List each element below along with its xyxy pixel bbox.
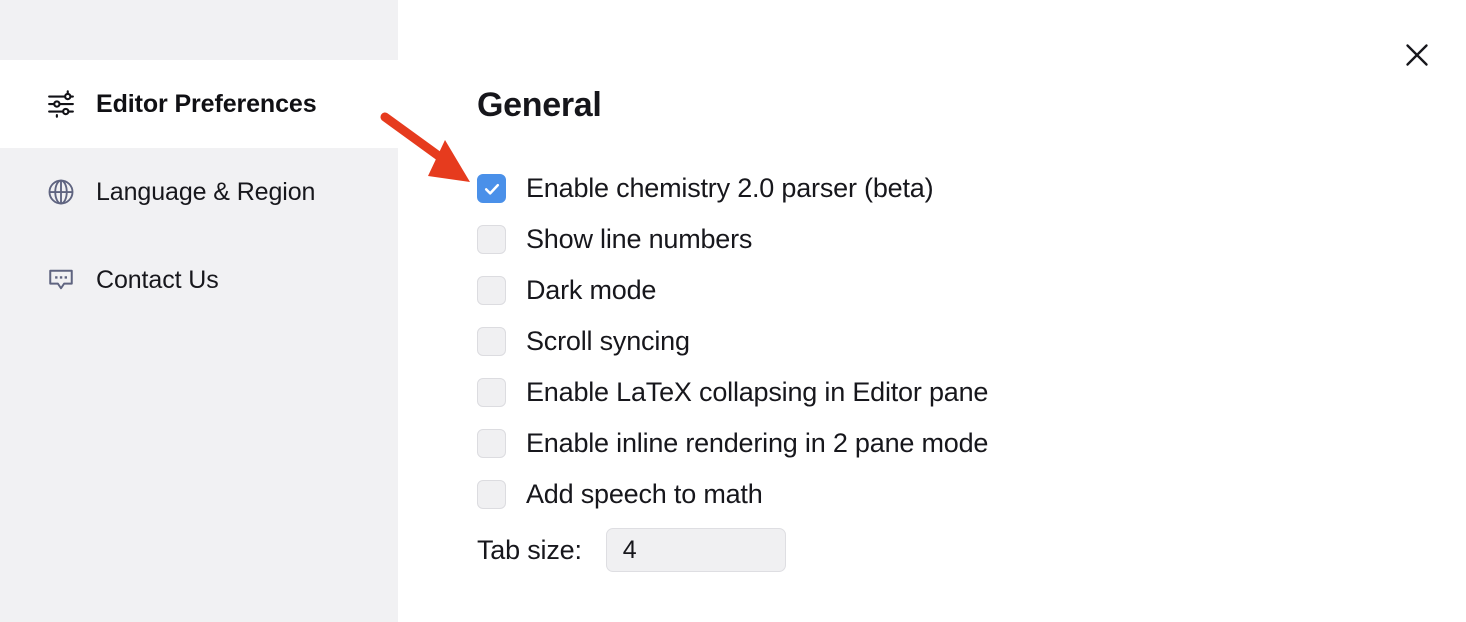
option-label: Dark mode — [526, 275, 657, 305]
checkbox-add-speech-to-math[interactable] — [477, 480, 506, 509]
option-label: Enable chemistry 2.0 parser (beta) — [526, 173, 934, 203]
tab-size-setting: Tab size: — [477, 528, 786, 572]
sidebar-item-label: Contact Us — [96, 265, 219, 294]
option-label: Scroll syncing — [526, 326, 690, 356]
globe-icon — [44, 175, 78, 209]
option-row-enable-chemistry-parser[interactable]: Enable chemistry 2.0 parser (beta) — [477, 163, 988, 214]
option-row-latex-collapsing[interactable]: Enable LaTeX collapsing in Editor pane — [477, 367, 988, 418]
option-label: Enable LaTeX collapsing in Editor pane — [526, 377, 989, 407]
option-row-scroll-syncing[interactable]: Scroll syncing — [477, 316, 988, 367]
option-label: Enable inline rendering in 2 pane mode — [526, 428, 989, 458]
sidebar-top-spacer — [0, 0, 398, 60]
page-title: General — [477, 86, 602, 124]
option-row-add-speech-to-math[interactable]: Add speech to math — [477, 469, 988, 520]
checkbox-inline-rendering[interactable] — [477, 429, 506, 458]
option-label: Add speech to math — [526, 479, 763, 509]
sidebar-item-contact-us[interactable]: Contact Us — [0, 236, 398, 324]
option-row-dark-mode[interactable]: Dark mode — [477, 265, 988, 316]
checkbox-scroll-syncing[interactable] — [477, 327, 506, 356]
checkbox-dark-mode[interactable] — [477, 276, 506, 305]
sidebar-item-label: Language & Region — [96, 177, 316, 206]
chat-bubble-icon — [44, 263, 78, 297]
settings-content-panel: General Enable chemistry 2.0 parser (bet… — [398, 0, 1466, 622]
settings-sidebar: Editor Preferences Language & Region Con… — [0, 0, 398, 622]
tab-size-input[interactable] — [605, 528, 786, 572]
sliders-icon — [44, 87, 78, 121]
checkbox-show-line-numbers[interactable] — [477, 225, 506, 254]
sidebar-item-language-region[interactable]: Language & Region — [0, 148, 398, 236]
option-row-inline-rendering[interactable]: Enable inline rendering in 2 pane mode — [477, 418, 988, 469]
checkbox-latex-collapsing[interactable] — [477, 378, 506, 407]
option-label: Show line numbers — [526, 224, 753, 254]
general-options-list: Enable chemistry 2.0 parser (beta) Show … — [477, 163, 988, 520]
option-row-show-line-numbers[interactable]: Show line numbers — [477, 214, 988, 265]
checkbox-enable-chemistry-parser[interactable] — [477, 174, 506, 203]
preferences-dialog: Editor Preferences Language & Region Con… — [0, 0, 1466, 622]
sidebar-item-editor-preferences[interactable]: Editor Preferences — [0, 60, 398, 148]
close-icon[interactable] — [1394, 32, 1440, 78]
tab-size-label: Tab size: — [477, 534, 582, 565]
sidebar-item-label: Editor Preferences — [96, 89, 317, 118]
